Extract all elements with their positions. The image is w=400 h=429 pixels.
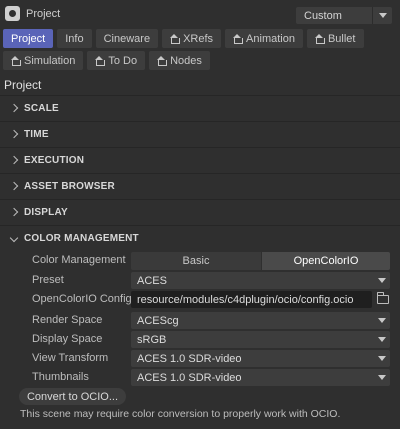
chevron-down-icon (374, 278, 390, 283)
thumbnails-value: ACES 1.0 SDR-video (137, 371, 242, 384)
group-execution[interactable]: EXECUTION (0, 147, 400, 173)
group-color-management[interactable]: COLOR MANAGEMENT (0, 225, 400, 251)
tab-project[interactable]: Project (3, 29, 54, 48)
config-row: OpenColorIO Config resource/modules/c4dp… (0, 290, 400, 309)
render-space-label: Render Space (32, 314, 103, 326)
thumbnails-label: Thumbnails (32, 371, 89, 383)
home-icon (233, 34, 244, 44)
group-asset-browser[interactable]: ASSET BROWSER (0, 173, 400, 199)
render-space-select[interactable]: ACEScg (131, 312, 390, 329)
group-display[interactable]: DISPLAY (0, 199, 400, 225)
home-icon (157, 56, 168, 66)
display-space-value: sRGB (137, 333, 167, 346)
config-label: OpenColorIO Config (32, 293, 132, 305)
group-label: DISPLAY (24, 206, 68, 218)
chevron-down-icon (374, 337, 390, 342)
tab-label: To Do (108, 54, 138, 67)
tab-label: Bullet (327, 32, 356, 45)
basic-mode-button[interactable]: Basic (131, 252, 261, 270)
ocio-conversion-note: This scene may require color conversion … (20, 408, 341, 420)
home-icon (11, 56, 21, 66)
preset-value: ACES (137, 274, 167, 287)
header-bar: Project Custom (0, 0, 400, 28)
home-icon (170, 34, 181, 44)
display-space-select[interactable]: sRGB (131, 331, 390, 348)
view-transform-row: View Transform ACES 1.0 SDR-video (0, 349, 400, 368)
chevron-down-icon (374, 318, 390, 323)
chevron-down-icon (374, 356, 390, 361)
tab-xrefs[interactable]: XRefs (162, 29, 222, 48)
chevron-right-icon (9, 129, 19, 139)
tab-label: XRefs (183, 32, 214, 45)
opencolorio-mode-button[interactable]: OpenColorIO (262, 252, 390, 270)
tab-label: Nodes (170, 54, 202, 67)
tab-label: Project (11, 32, 46, 45)
preset-row: Preset ACES (0, 271, 400, 290)
home-icon (314, 34, 325, 44)
tab-to-do[interactable]: To Do (87, 51, 146, 70)
display-space-row: Display Space sRGB (0, 330, 400, 349)
tab-label: Info (65, 32, 84, 45)
render-space-value: ACEScg (137, 314, 179, 327)
chevron-down-icon (374, 375, 390, 380)
group-label: COLOR MANAGEMENT (24, 232, 139, 244)
render-space-row: Render Space ACEScg (0, 311, 400, 330)
group-scale[interactable]: SCALE (0, 95, 400, 121)
group-time[interactable]: TIME (0, 121, 400, 147)
tab-cineware[interactable]: Cineware (95, 29, 159, 48)
home-icon (95, 56, 106, 66)
view-transform-label: View Transform (32, 352, 109, 364)
chevron-down-icon (9, 233, 19, 243)
view-transform-select[interactable]: ACES 1.0 SDR-video (131, 350, 390, 367)
display-space-label: Display Space (32, 333, 103, 345)
mode-select[interactable]: Custom (296, 7, 392, 24)
mode-select-value: Custom (304, 9, 342, 22)
color-management-label: Color Management (32, 254, 126, 266)
panel-title: Project (26, 8, 61, 20)
color-management-mode-row: Color Management Basic OpenColorIO (0, 251, 400, 270)
group-label: ASSET BROWSER (24, 180, 115, 192)
tab-nodes[interactable]: Nodes (149, 51, 210, 70)
config-path-input[interactable]: resource/modules/c4dplugin/ocio/config.o… (131, 291, 372, 308)
preset-select[interactable]: ACES (131, 272, 390, 289)
section-title: Project (4, 78, 42, 92)
chevron-down-icon[interactable] (372, 7, 392, 24)
tab-bar: Project Info Cineware XRefs Animation Bu… (3, 29, 397, 70)
tab-label: Animation (246, 32, 295, 45)
tab-info[interactable]: Info (57, 29, 92, 48)
thumbnails-select[interactable]: ACES 1.0 SDR-video (131, 369, 390, 386)
folder-icon[interactable] (377, 292, 389, 304)
group-label: TIME (24, 128, 49, 140)
convert-to-ocio-button[interactable]: Convert to OCIO... (19, 388, 126, 405)
config-path-value: resource/modules/c4dplugin/ocio/config.o… (137, 293, 354, 306)
chevron-right-icon (9, 207, 19, 217)
view-transform-value: ACES 1.0 SDR-video (137, 352, 242, 365)
tab-simulation[interactable]: Simulation (3, 51, 84, 70)
group-label: EXECUTION (24, 154, 85, 166)
thumbnails-row: Thumbnails ACES 1.0 SDR-video (0, 368, 400, 387)
chevron-right-icon (9, 181, 19, 191)
cinema4d-gear-icon (5, 6, 20, 21)
tab-label: Simulation (24, 54, 76, 67)
chevron-right-icon (9, 103, 19, 113)
tab-animation[interactable]: Animation (225, 29, 303, 48)
group-label: SCALE (24, 102, 59, 114)
tab-bullet[interactable]: Bullet (306, 29, 364, 48)
chevron-right-icon (9, 155, 19, 165)
tab-label: Cineware (103, 32, 151, 45)
preset-label: Preset (32, 274, 64, 286)
